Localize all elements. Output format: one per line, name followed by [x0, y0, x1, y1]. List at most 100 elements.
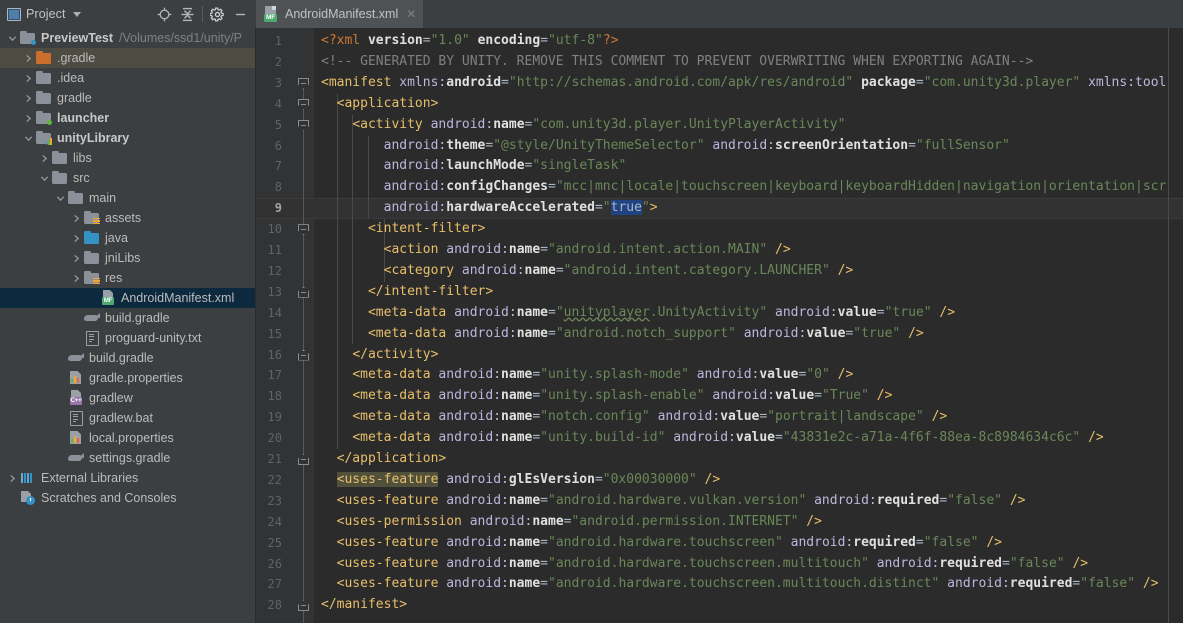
code-line-6[interactable]: android:theme="@style/UnityThemeSelector… [314, 136, 1010, 157]
line-number[interactable]: 1 [256, 31, 282, 52]
code-line-17[interactable]: <meta-data android:name="unity.splash-mo… [314, 365, 853, 386]
tree-item-java[interactable]: java [0, 228, 255, 248]
tree-item-external-libraries[interactable]: External Libraries [0, 468, 255, 488]
locate-icon[interactable] [153, 3, 176, 25]
code-line-23[interactable]: <uses-feature android:name="android.hard… [314, 491, 1026, 512]
minimize-icon[interactable] [229, 3, 252, 25]
chevron-right-icon[interactable] [22, 114, 34, 123]
tree-item-gradle-properties[interactable]: gradle.properties [0, 368, 255, 388]
chevron-down-icon[interactable] [38, 174, 50, 183]
line-number[interactable]: 8 [256, 177, 282, 198]
line-number[interactable]: 18 [256, 386, 282, 407]
chevron-right-icon[interactable] [22, 54, 34, 63]
line-number[interactable]: 14 [256, 303, 282, 324]
code-line-16[interactable]: </activity> [314, 345, 438, 366]
chevron-right-icon[interactable] [22, 74, 34, 83]
fold-marker[interactable] [298, 600, 309, 612]
tree-item-main[interactable]: main [0, 188, 255, 208]
tree-item-unitylibrary[interactable]: unityLibrary [0, 128, 255, 148]
code-line-14[interactable]: <meta-data android:name="unityplayer.Uni… [314, 303, 955, 324]
line-number[interactable]: 5 [256, 115, 282, 136]
line-number[interactable]: 22 [256, 470, 282, 491]
line-number[interactable]: 6 [256, 136, 282, 157]
tree-item-assets[interactable]: assets [0, 208, 255, 228]
chevron-right-icon[interactable] [22, 94, 34, 103]
tree-item-previewtest[interactable]: PreviewTest/Volumes/ssd1/unity/P [0, 28, 255, 48]
code-line-7[interactable]: android:launchMode="singleTask" [314, 156, 627, 177]
code-line-11[interactable]: <action android:name="android.intent.act… [314, 240, 791, 261]
tree-item-proguard-unity-txt[interactable]: proguard-unity.txt [0, 328, 255, 348]
chevron-right-icon[interactable] [70, 274, 82, 283]
code-line-24[interactable]: <uses-permission android:name="android.p… [314, 512, 822, 533]
code-line-20[interactable]: <meta-data android:name="unity.build-id"… [314, 428, 1103, 449]
line-number[interactable]: 26 [256, 554, 282, 575]
code-line-28[interactable]: </manifest> [314, 595, 407, 616]
line-number[interactable]: 15 [256, 324, 282, 345]
line-number[interactable]: 24 [256, 512, 282, 533]
fold-marker[interactable] [298, 119, 309, 131]
tree-item-build-gradle[interactable]: build.gradle [0, 348, 255, 368]
code-line-3[interactable]: <manifest xmlns:android="http://schemas.… [314, 73, 1166, 94]
line-number[interactable]: 27 [256, 574, 282, 595]
code-line-2[interactable]: <!-- GENERATED BY UNITY. REMOVE THIS COM… [314, 52, 1033, 73]
chevron-down-icon[interactable] [22, 134, 34, 143]
tree-item-jnilibs[interactable]: jniLibs [0, 248, 255, 268]
tree-item-build-gradle[interactable]: build.gradle [0, 308, 255, 328]
fold-marker[interactable] [298, 98, 309, 110]
chevron-right-icon[interactable] [70, 234, 82, 243]
line-number[interactable]: 13 [256, 282, 282, 303]
line-number[interactable]: 28 [256, 595, 282, 616]
line-number[interactable]: 2 [256, 52, 282, 73]
line-number[interactable]: 10 [256, 219, 282, 240]
code-line-10[interactable]: <intent-filter> [314, 219, 485, 240]
fold-marker[interactable] [298, 224, 309, 236]
code-line-19[interactable]: <meta-data android:name="notch.config" a… [314, 407, 947, 428]
fold-marker[interactable] [298, 77, 309, 89]
chevron-down-icon[interactable] [6, 34, 18, 43]
chevron-down-icon[interactable] [54, 194, 66, 203]
line-number[interactable]: 20 [256, 428, 282, 449]
tree-item-launcher[interactable]: launcher [0, 108, 255, 128]
line-number[interactable]: 12 [256, 261, 282, 282]
tree-item-res[interactable]: res [0, 268, 255, 288]
code-line-18[interactable]: <meta-data android:name="unity.splash-en… [314, 386, 892, 407]
code-editor[interactable]: 1 2 3 4 5 6 7 8 9 10 11 12 13 14 15 16 17 18 19 20 21 22 23 24 2… [256, 28, 1183, 623]
tab-android-manifest[interactable]: MF AndroidManifest.xml ✕ [256, 0, 424, 28]
tree-item-idea[interactable]: .idea [0, 68, 255, 88]
close-icon[interactable]: ✕ [406, 8, 416, 20]
line-number[interactable]: 3 [256, 73, 282, 94]
code-line-12[interactable]: <category android:name="android.intent.c… [314, 261, 854, 282]
project-panel-title-group[interactable]: Project [7, 7, 81, 21]
chevron-right-icon[interactable] [70, 254, 82, 263]
line-number[interactable]: 9 [256, 198, 282, 219]
code-line-25[interactable]: <uses-feature android:name="android.hard… [314, 533, 1002, 554]
chevron-right-icon[interactable] [70, 214, 82, 223]
tree-item-gradle[interactable]: .gradle [0, 48, 255, 68]
chevron-down-icon[interactable] [72, 11, 81, 17]
line-number[interactable]: 19 [256, 407, 282, 428]
fold-marker[interactable] [298, 454, 309, 465]
tree-item-gradlew[interactable]: C++ gradlew [0, 388, 255, 408]
fold-marker[interactable] [298, 286, 309, 298]
tree-item-androidmanifest-xml[interactable]: MF AndroidManifest.xml [0, 288, 255, 308]
code-line-21[interactable]: </application> [314, 449, 447, 470]
tree-item-gradle[interactable]: gradle [0, 88, 255, 108]
line-number[interactable]: 23 [256, 491, 282, 512]
tree-item-settings-gradle[interactable]: settings.gradle [0, 448, 255, 468]
chevron-right-icon[interactable] [6, 474, 18, 483]
code-line-15[interactable]: <meta-data android:name="android.notch_s… [314, 324, 924, 345]
code-line-26[interactable]: <uses-feature android:name="android.hard… [314, 554, 1088, 575]
line-number[interactable]: 17 [256, 365, 282, 386]
tree-item-local-properties[interactable]: local.properties [0, 428, 255, 448]
line-number[interactable]: 4 [256, 94, 282, 115]
code-line-9[interactable]: android:hardwareAccelerated="true"> [314, 198, 658, 219]
tree-item-src[interactable]: src [0, 168, 255, 188]
collapse-all-icon[interactable] [176, 3, 199, 25]
line-number[interactable]: 16 [256, 345, 282, 366]
code-line-13[interactable]: </intent-filter> [314, 282, 493, 303]
tree-item-scratches-and-consoles[interactable]: Scratches and Consoles [0, 488, 255, 508]
tree-item-gradlew-bat[interactable]: gradlew.bat [0, 408, 255, 428]
code-line-4[interactable]: <application> [314, 94, 439, 115]
code-line-22[interactable]: <uses-feature android:glEsVersion="0x000… [314, 470, 720, 491]
editor-gutter[interactable]: 1 2 3 4 5 6 7 8 9 10 11 12 13 14 15 16 17 18 19 20 21 22 23 24 2… [256, 28, 339, 623]
